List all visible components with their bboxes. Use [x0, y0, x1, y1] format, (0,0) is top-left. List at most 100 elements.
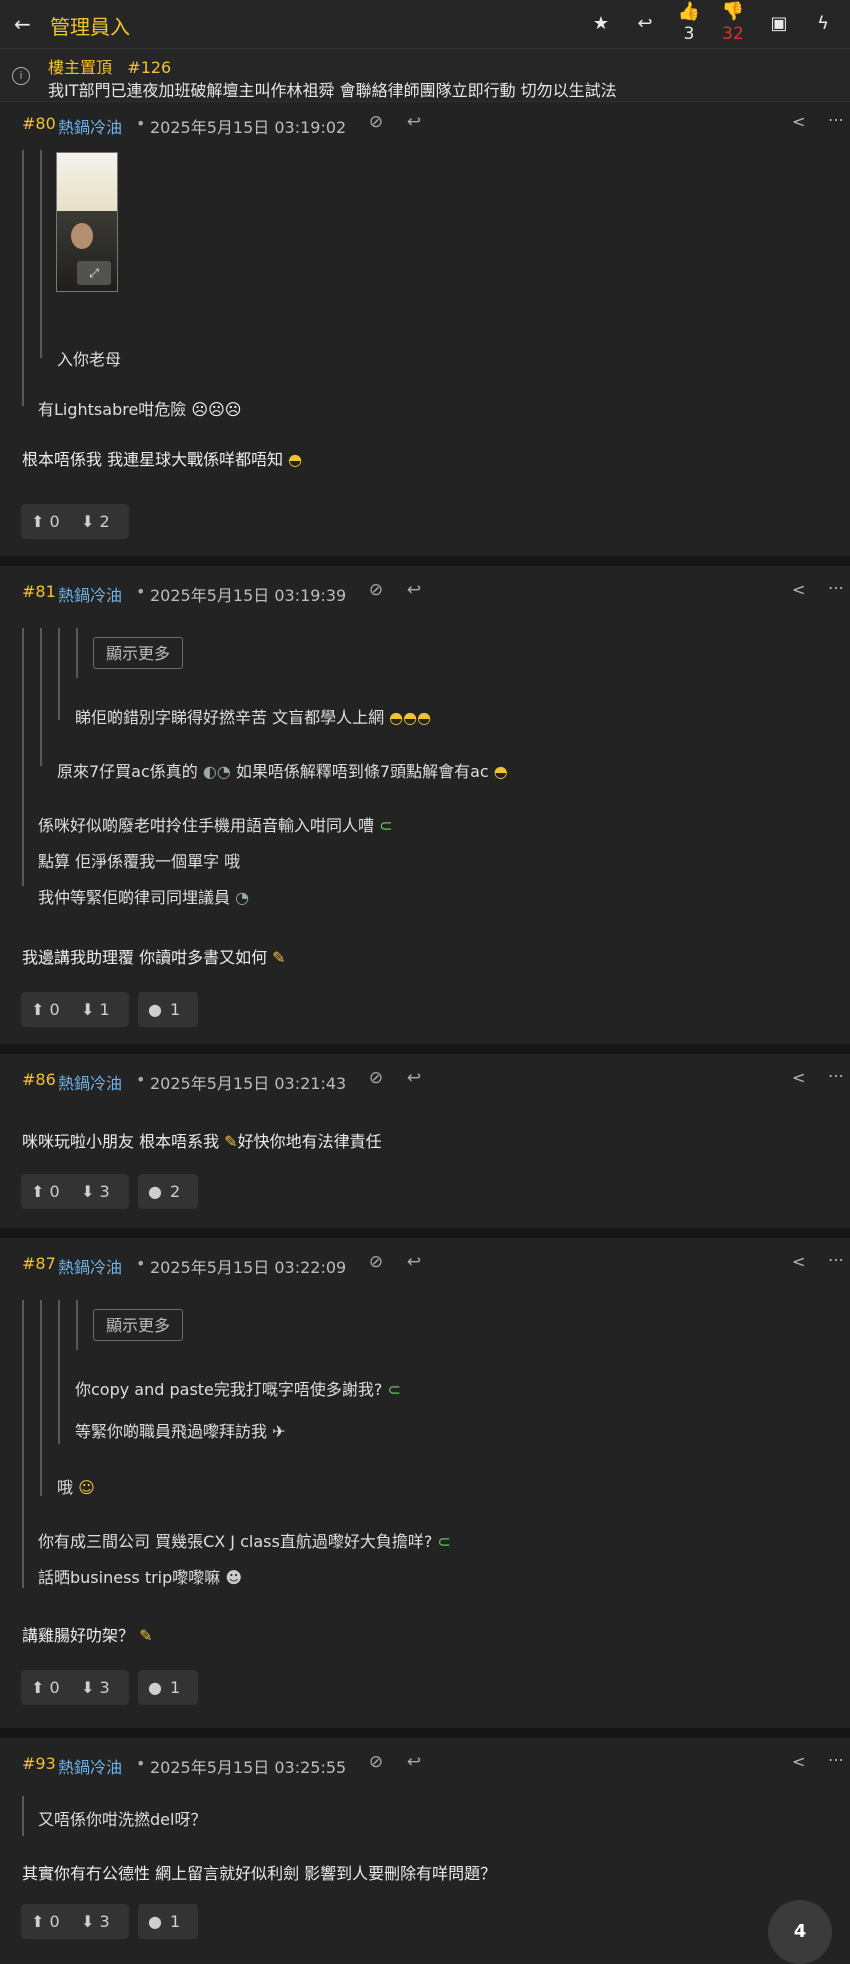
emoji-icon: ☹☹☹ [186, 400, 242, 419]
emoji-icon: ⊂ [432, 1532, 451, 1551]
quote-text: 點算 佢淨係覆我一個單字 哦 [38, 852, 241, 871]
post-number[interactable]: #80 [22, 114, 56, 133]
upvote-count: 0 [49, 1912, 60, 1931]
post-body-text: 講雞腸好叻架？ [22, 1626, 135, 1645]
hide-icon[interactable]: ⊘ [364, 112, 388, 132]
more-icon[interactable]: ⋯ [828, 110, 844, 129]
more-icon[interactable]: ⋯ [828, 578, 844, 597]
reply-count-button[interactable]: ● 2 [138, 1174, 198, 1209]
quote-text: 話晒business trip嚟嚟嘛 ☻ [38, 1564, 242, 1588]
post-separator [0, 1228, 850, 1238]
reply-icon[interactable]: ↩ [632, 12, 658, 36]
hide-icon[interactable]: ⊘ [364, 1252, 388, 1272]
lightning-icon[interactable]: ϟ [810, 12, 836, 36]
pinned-label: 樓主置頂 [48, 58, 113, 77]
post-username[interactable]: 熱鍋冷油 [58, 1070, 122, 1094]
quote-text: 又唔係你咁洗撚del呀？ [38, 1810, 207, 1829]
share-icon[interactable]: < [792, 580, 805, 599]
thumb-down-icon[interactable]: 👎 [720, 0, 746, 24]
quote-text-content: 係咪好似啲廢老咁拎住手機用語音輸入咁同人嘈 [38, 816, 375, 835]
share-icon[interactable]: < [792, 1068, 805, 1087]
pinned-message[interactable]: i 樓主置頂 #126 我IT部門已連夜加班破解壇主叫作林祖舜 會聯絡律師團隊立… [0, 49, 850, 102]
show-more-button[interactable]: 顯示更多 [93, 637, 184, 669]
post-body: 咪咪玩啦小朋友 根本唔系我 ✎好快你地有法律責任 [22, 1128, 382, 1152]
post-80: #80 熱鍋冷油 • 2025年5月15日 03:19:02 ⊘ ↩ < ⋯ ⤢… [0, 102, 850, 556]
image-face [71, 223, 93, 249]
emoji-icon: ✎ [134, 1626, 153, 1645]
share-icon[interactable]: < [792, 1252, 805, 1271]
post-time: 2025年5月15日 03:21:43 [150, 1074, 347, 1093]
hide-icon[interactable]: ⊘ [364, 580, 388, 600]
share-icon[interactable]: < [792, 1752, 805, 1771]
post-87: #87 熱鍋冷油 • 2025年5月15日 03:22:09 ⊘ ↩ < ⋯ 顯… [0, 1238, 850, 1728]
image-icon[interactable]: ▣ [766, 12, 792, 36]
post-body: 根本唔係我 我連星球大戰係咩都唔知 ◓ [22, 446, 302, 470]
quote-bar [40, 1300, 42, 1496]
upvote-button[interactable]: ⬆ 0 [31, 1000, 60, 1019]
post-body: 我邊講我助理覆 你讀咁多書又如何 ✎ [22, 944, 286, 968]
quote-reply-icon[interactable]: ↩ [402, 1752, 426, 1772]
separator-dot: • [136, 582, 146, 601]
quote-text-content: 原來7仔買ac係真的 [57, 762, 198, 781]
reply-count-button[interactable]: ● 1 [138, 992, 198, 1027]
quote-reply-icon[interactable]: ↩ [402, 1068, 426, 1088]
thumb-up-icon[interactable]: 👍 [676, 0, 702, 24]
downvote-button[interactable]: ⬇ 3 [81, 1182, 110, 1201]
upvote-button[interactable]: ⬆ 0 [31, 1182, 60, 1201]
emoji-icon: ⊂ [374, 816, 393, 835]
quote-bar [22, 628, 24, 886]
upvote-button[interactable]: ⬆ 0 [31, 1678, 60, 1697]
post-number[interactable]: #87 [22, 1254, 56, 1273]
post-body-text: 我邊講我助理覆 你讀咁多書又如何 [22, 948, 268, 967]
downvote-button[interactable]: ⬇ 1 [81, 1000, 110, 1019]
quote-reply-icon[interactable]: ↩ [402, 580, 426, 600]
reply-count-button[interactable]: ● 1 [138, 1904, 198, 1939]
share-icon[interactable]: < [792, 112, 805, 131]
post-username[interactable]: 熱鍋冷油 [58, 114, 122, 138]
star-icon[interactable]: ★ [588, 12, 614, 36]
upvote-button[interactable]: ⬆ 0 [31, 1912, 60, 1931]
quote-text: 入你老母 [57, 350, 122, 369]
upvote-button[interactable]: ⬆ 0 [31, 512, 60, 531]
expand-icon[interactable]: ⤢ [77, 261, 111, 285]
downvote-button[interactable]: ⬇ 3 [81, 1678, 110, 1697]
post-number[interactable]: #93 [22, 1754, 56, 1773]
upvote-count: 0 [49, 1000, 60, 1019]
post-separator [0, 1728, 850, 1738]
more-icon[interactable]: ⋯ [828, 1066, 844, 1085]
emoji-icon: ◓◓◓ [384, 708, 432, 727]
quote-bar [76, 628, 78, 678]
show-more-button[interactable]: 顯示更多 [93, 1309, 184, 1341]
quote-bar [58, 1300, 60, 1444]
post-number[interactable]: #86 [22, 1070, 56, 1089]
quote-bar [76, 1300, 78, 1350]
quote-bar [58, 628, 60, 720]
post-number[interactable]: #81 [22, 582, 56, 601]
comment-icon: ● [148, 1182, 162, 1201]
separator-dot: • [136, 1254, 146, 1273]
post-username[interactable]: 熱鍋冷油 [58, 1254, 122, 1278]
page-indicator-button[interactable]: 4 [768, 1900, 832, 1964]
back-arrow-icon[interactable]: ← [14, 12, 38, 36]
emoji-icon: ⊂ [382, 1380, 401, 1399]
quote-text-content: 話晒business trip嚟嚟嘛 [38, 1568, 221, 1587]
downvote-button[interactable]: ⬇ 3 [81, 1912, 110, 1931]
more-icon[interactable]: ⋯ [828, 1250, 844, 1269]
downvote-button[interactable]: ⬇ 2 [81, 512, 110, 531]
hide-icon[interactable]: ⊘ [364, 1752, 388, 1772]
post-username[interactable]: 熱鍋冷油 [58, 582, 122, 606]
quote-reply-icon[interactable]: ↩ [402, 112, 426, 132]
quoted-image-thumbnail[interactable]: ⤢ [56, 152, 118, 292]
more-icon[interactable]: ⋯ [828, 1750, 844, 1769]
reply-count: 1 [170, 1912, 181, 1931]
emoji-icon: ◔ [230, 888, 250, 907]
quote-text-content: 哦 [57, 1478, 74, 1497]
post-username[interactable]: 熱鍋冷油 [58, 1754, 122, 1778]
downvote-count: 3 [99, 1182, 110, 1201]
hide-icon[interactable]: ⊘ [364, 1068, 388, 1088]
reply-count-button[interactable]: ● 1 [138, 1670, 198, 1705]
vote-box: ⬆ 0 ⬇ 2 [21, 504, 129, 539]
downvote-count: 1 [99, 1000, 110, 1019]
quote-text: 有Lightsabre咁危險 ☹☹☹ [38, 396, 241, 420]
quote-reply-icon[interactable]: ↩ [402, 1252, 426, 1272]
